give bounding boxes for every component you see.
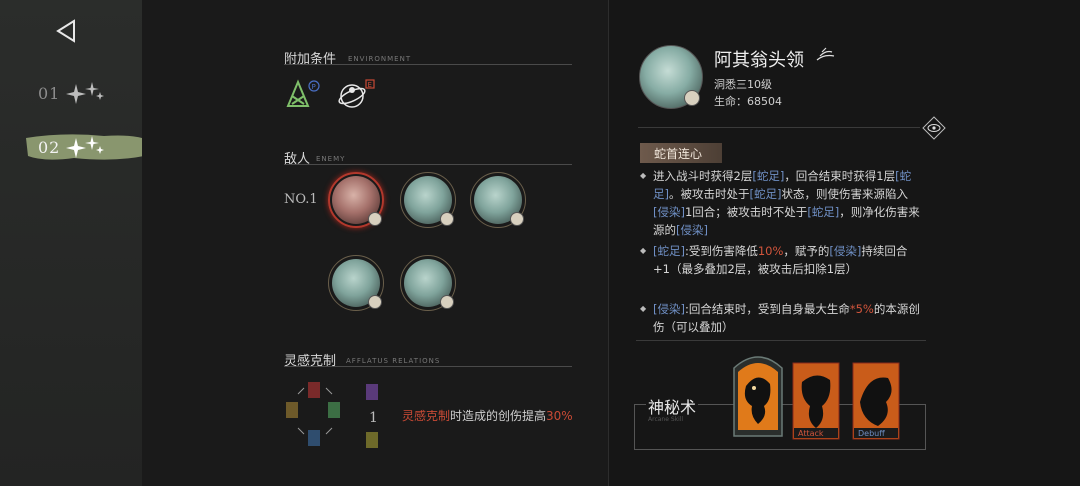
ultimate-card-icon[interactable] — [728, 350, 788, 440]
attack-card-icon[interactable]: Attack — [792, 362, 840, 440]
stage-number: 01 — [38, 84, 61, 103]
lock-icon — [510, 212, 524, 226]
enemy-portrait[interactable] — [400, 255, 456, 311]
hand-gesture-icon — [816, 47, 835, 61]
card-label: Debuff — [858, 429, 885, 438]
skill-desc-bullet: ◆ [蛇足]:受到伤害降低10%，赋予的[侵染]持续回合+1（最多叠加2层，被攻… — [640, 244, 908, 276]
skill-desc-bullet: ◆ [侵染]:回合结束时，受到自身最大生命*5%的本源创伤（可以叠加） — [640, 302, 920, 334]
arcane-subtitle: Arcane Skill — [648, 416, 684, 423]
lock-icon — [440, 212, 454, 226]
relation-numeral: 1 — [369, 410, 378, 426]
lock-icon — [684, 90, 700, 106]
eye-icon[interactable] — [922, 116, 946, 140]
enemy-portrait[interactable] — [400, 172, 456, 228]
header-divider — [638, 127, 920, 128]
skill-name-tag: 蛇首连心 — [640, 143, 722, 163]
skill-desc-bullet: ◆ 进入战斗时获得2层[蛇足]，回合结束时获得1层[蛇足]。被攻击时处于[蛇足]… — [640, 169, 920, 237]
stage-rail: 01 02 — [0, 0, 148, 486]
diamond-bullet-icon: ◆ — [640, 171, 647, 180]
enemy-portrait[interactable] — [470, 172, 526, 228]
condition-badge: E — [368, 81, 372, 89]
section-divider — [636, 340, 926, 341]
section-divider — [284, 164, 572, 165]
section-divider — [284, 366, 572, 367]
enemy-portrait[interactable] — [328, 255, 384, 311]
enemy-portrait-selected[interactable] — [328, 172, 384, 228]
orbit-figure-icon[interactable]: E — [336, 78, 376, 114]
boss-name: 阿其翁头领 — [714, 50, 804, 71]
enemy-subtitle: ENEMY — [316, 155, 346, 163]
debuff-card-icon[interactable]: Debuff — [852, 362, 900, 440]
star-plant-relation-icon: 1 — [366, 384, 378, 448]
card-label: Attack — [798, 429, 824, 438]
environment-subtitle: ENVIRONMENT — [348, 55, 412, 63]
lock-icon — [368, 295, 382, 309]
wave-label: NO.1 — [284, 192, 318, 207]
green-pyramid-icon[interactable]: P — [282, 76, 322, 112]
sparkle-icon — [66, 82, 104, 104]
back-triangle-icon[interactable] — [52, 16, 82, 46]
afflatus-description: 灵感克制时造成的创伤提高30% — [402, 409, 573, 423]
sparkle-icon — [66, 136, 104, 158]
afflatus-subtitle: AFFLATUS RELATIONS — [346, 357, 441, 365]
stage-tab-02[interactable]: 02 — [26, 130, 148, 164]
section-divider — [284, 64, 572, 65]
boss-hp: 生命：68504 — [714, 95, 782, 108]
stage-tab-01[interactable]: 01 — [28, 76, 128, 110]
diamond-bullet-icon: ◆ — [640, 246, 647, 255]
boss-insight-level: 洞悉三10级 — [714, 78, 772, 91]
arcane-title: 神秘术 — [646, 394, 699, 418]
afflatus-cycle-icon — [286, 382, 340, 446]
lock-icon — [440, 295, 454, 309]
stage-number: 02 — [38, 138, 61, 157]
condition-badge: P — [312, 83, 316, 91]
diamond-bullet-icon: ◆ — [640, 304, 647, 313]
lock-icon — [368, 212, 382, 226]
